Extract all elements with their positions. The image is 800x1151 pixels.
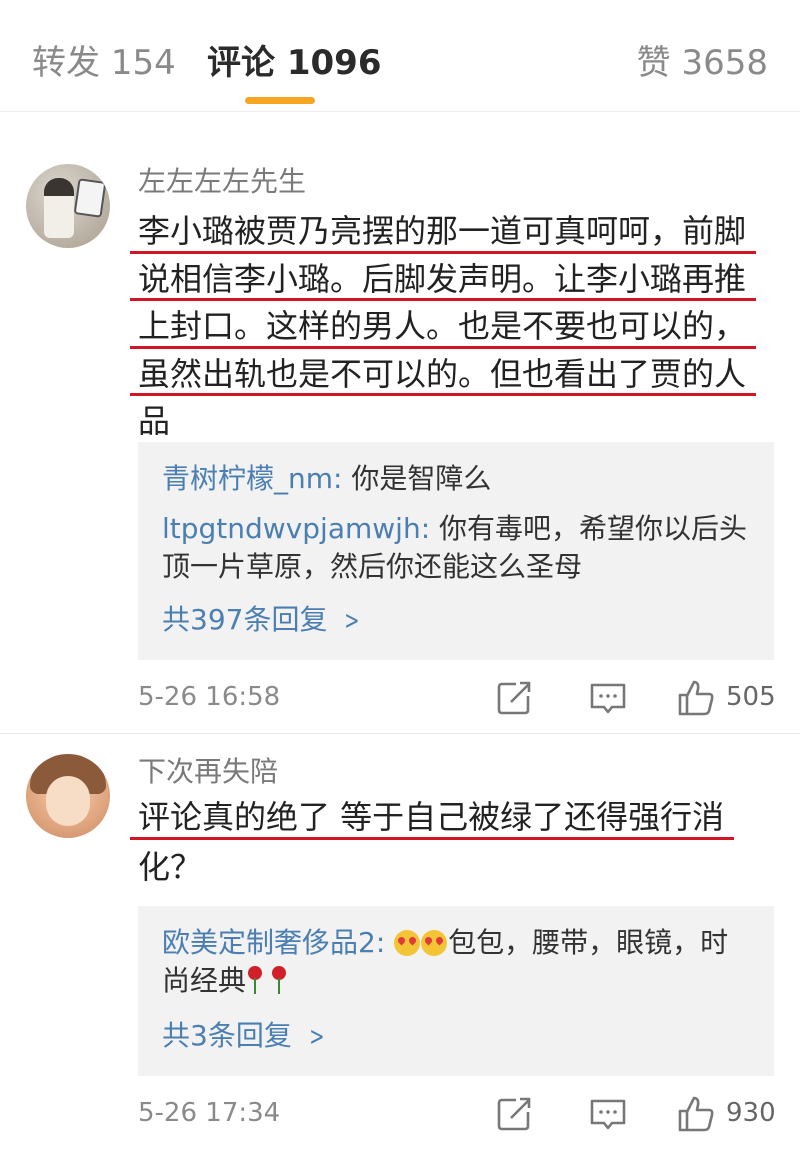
tab-likes-label: 赞 (636, 43, 671, 83)
tab-repost[interactable]: 转发 154 (32, 42, 176, 84)
comment-icon[interactable] (588, 678, 628, 718)
active-tab-indicator (245, 97, 315, 104)
avatar-figure (44, 178, 74, 238)
like-icon[interactable] (676, 678, 716, 718)
reply-text-continued: 尚经典 (162, 964, 247, 997)
comment-username[interactable]: 下次再失陪 (138, 754, 278, 790)
avatar-sign (73, 178, 107, 218)
like-count: 930 (726, 1098, 776, 1128)
reply-username[interactable]: 欧美定制奢侈品2 (162, 926, 376, 959)
comment-line: 品 (138, 402, 171, 440)
repost-icon[interactable] (494, 1094, 534, 1134)
comment-timestamp: 5-26 16:58 (138, 682, 281, 712)
repost-icon[interactable] (494, 678, 534, 718)
chevron-right-icon: > (309, 1022, 325, 1052)
avatar-face (46, 776, 90, 826)
reply-text: 你有毒吧，希望你以后头 (439, 512, 748, 545)
comment-line: 李小璐被贾乃亮摆的那一道可真呵呵，前脚 (129, 208, 757, 256)
tab-likes[interactable]: 赞 3658 (637, 42, 768, 84)
tab-comments-count: 1096 (286, 43, 382, 83)
chevron-right-icon: > (344, 606, 360, 636)
heart-eyes-emoji-icon (421, 930, 448, 956)
comment-text[interactable]: 李小璐被贾乃亮摆的那一道可真呵呵，前脚 说相信李小璐。后脚发声明。让李小璐再推 … (129, 208, 757, 446)
tab-bar: 转发 154 评论 1096 赞 3658 (0, 0, 800, 112)
reply-box[interactable]: 青树柠檬_nm: 你是智障么 ltpgtndwvpjamwjh: 你有毒吧，希望… (138, 442, 774, 660)
comment-icon[interactable] (588, 1094, 628, 1134)
reply-username[interactable]: 青树柠檬_nm (162, 462, 333, 495)
like-icon[interactable] (676, 1094, 716, 1134)
comment-timestamp: 5-26 17:34 (138, 1098, 281, 1128)
reply-text: 你是智障么 (351, 462, 492, 495)
reply-item[interactable]: 青树柠檬_nm: 你是智障么 (162, 460, 491, 498)
comment-actions: 505 (494, 678, 776, 718)
reply-colon: : (333, 462, 352, 495)
tab-comments[interactable]: 评论 1096 (207, 42, 381, 84)
rose-emoji-icon (270, 966, 288, 996)
comment-divider (0, 733, 800, 734)
comment-actions: 930 (494, 1094, 776, 1134)
reply-item[interactable]: 欧美定制奢侈品2: 包包，腰带，眼镜，时 尚经典 (162, 924, 728, 1000)
comment-line: 说相信李小璐。后脚发声明。让李小璐再推 (129, 256, 757, 304)
heart-eyes-emoji-icon (394, 930, 421, 956)
reply-username[interactable]: ltpgtndwvpjamwjh (162, 512, 421, 545)
tab-likes-count: 3658 (681, 43, 768, 83)
reply-colon: : (420, 512, 440, 545)
comment-username[interactable]: 左左左左先生 (138, 164, 306, 200)
comment-line: 上封口。这样的男人。也是不要也可以的， (129, 303, 757, 351)
reply-colon: : (375, 926, 395, 959)
reply-box[interactable]: 欧美定制奢侈品2: 包包，腰带，眼镜，时 尚经典 共3条回复 > (138, 906, 774, 1076)
avatar[interactable] (26, 164, 110, 248)
reply-item[interactable]: ltpgtndwvpjamwjh: 你有毒吧，希望你以后头 顶一片草原，然后你还… (162, 510, 747, 586)
comment-line: 化？ (138, 848, 203, 886)
comment-line: 虽然出轨也是不可以的。但也看出了贾的人 (129, 351, 757, 399)
more-replies-link[interactable]: 共3条回复 > (162, 1018, 328, 1055)
more-replies-label: 共397条回复 (162, 603, 328, 636)
like-count: 505 (726, 682, 776, 712)
rose-emoji-icon (246, 966, 264, 996)
more-replies-link[interactable]: 共397条回复 > (162, 602, 363, 639)
reply-text-continued: 顶一片草原，然后你还能这么圣母 (162, 550, 583, 583)
comment-line: 评论真的绝了 等于自己被绿了还得强行消 (129, 792, 735, 842)
tab-comments-label: 评论 (207, 43, 275, 83)
avatar[interactable] (26, 754, 110, 838)
reply-text: 包包，腰带，眼镜，时 (448, 926, 729, 959)
tab-repost-count: 154 (110, 43, 176, 83)
more-replies-label: 共3条回复 (162, 1019, 292, 1052)
tab-repost-label: 转发 (32, 43, 100, 83)
comment-text[interactable]: 评论真的绝了 等于自己被绿了还得强行消 化？ (129, 792, 735, 892)
